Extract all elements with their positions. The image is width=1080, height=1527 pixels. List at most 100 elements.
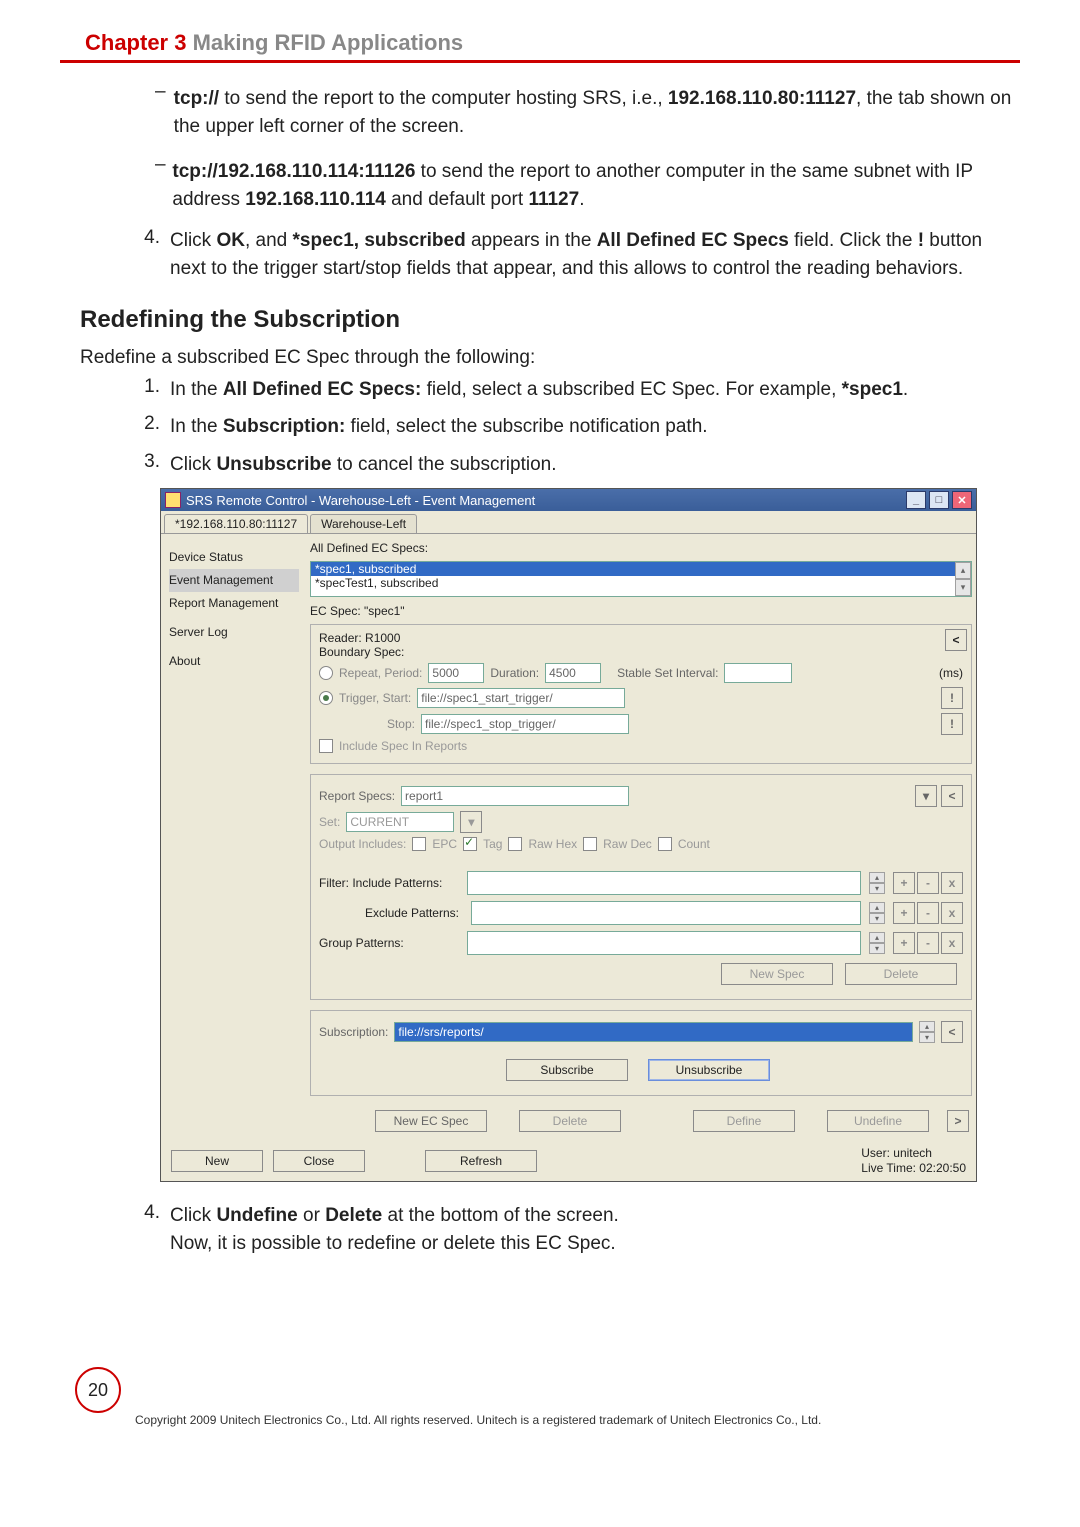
all-defined-listbox[interactable]: *spec1, subscribed *specTest1, subscribe… [310,561,972,597]
checkbox-tag[interactable] [463,837,477,851]
group-patterns-input[interactable] [467,931,861,955]
label-group: Group Patterns: [319,936,459,950]
trigger-stop-input[interactable]: file://spec1_stop_trigger/ [421,714,629,734]
label-set: Set: [319,815,340,829]
tab-warehouse[interactable]: Warehouse-Left [310,514,417,533]
minimize-button[interactable]: _ [906,491,926,509]
include-minus-button[interactable]: - [917,872,939,894]
tab-address[interactable]: *192.168.110.80:11127 [164,514,308,533]
panel-collapse-button[interactable]: < [945,629,967,651]
spin-down-icon[interactable]: ▾ [869,883,885,894]
trigger-start-input[interactable]: file://spec1_start_trigger/ [417,688,625,708]
refresh-button[interactable]: Refresh [425,1150,537,1172]
spin-up-icon[interactable]: ▴ [919,1021,935,1032]
bullet-2: – tcp://192.168.110.114:11126 to send th… [155,154,1020,217]
report-delete-button[interactable]: Delete [845,963,957,985]
include-plus-button[interactable]: + [893,872,915,894]
report-collapse-button[interactable]: < [941,785,963,807]
define-button[interactable]: Define [693,1110,795,1132]
duration-input[interactable]: 4500 [545,663,601,683]
new-spec-button[interactable]: New Spec [721,963,833,985]
trigger-stop-bang-button[interactable]: ! [941,713,963,735]
tabs-row: *192.168.110.80:11127 Warehouse-Left [161,511,976,533]
list-item[interactable]: *specTest1, subscribed [311,576,971,590]
exclude-x-button[interactable]: x [941,902,963,924]
spin-down-icon[interactable]: ▾ [919,1032,935,1043]
step4b-body: Click Undefine or Delete at the bottom o… [170,1202,1020,1257]
overflow-button[interactable]: > [947,1110,969,1132]
set-dropdown-button[interactable]: ▾ [460,811,482,833]
list-item[interactable]: *spec1, subscribed [311,562,971,576]
step4-top-num: 4. [130,227,170,282]
close-button[interactable]: ✕ [952,491,972,509]
titlebar[interactable]: SRS Remote Control - Warehouse-Left - Ev… [161,489,976,511]
group-minus-button[interactable]: - [917,932,939,954]
unsubscribe-button[interactable]: Unsubscribe [648,1059,770,1081]
window-bottom-bar: New Close Refresh User: unitech Live Tim… [161,1140,976,1181]
include-x-button[interactable]: x [941,872,963,894]
sidebar-item-server-log[interactable]: Server Log [169,621,299,644]
trigger-start-bang-button[interactable]: ! [941,687,963,709]
repeat-period-input[interactable]: 5000 [428,663,484,683]
set-select[interactable]: CURRENT [346,812,454,832]
ec-delete-button[interactable]: Delete [519,1110,621,1132]
window-title: SRS Remote Control - Warehouse-Left - Ev… [186,493,535,508]
subscription-collapse-button[interactable]: < [941,1021,963,1043]
maximize-button[interactable]: □ [929,491,949,509]
srs-window: SRS Remote Control - Warehouse-Left - Ev… [160,488,977,1182]
step-2: 2. In the Subscription: field, select th… [130,413,1020,441]
spin-up-icon[interactable]: ▴ [869,902,885,913]
checkbox-include-spec[interactable] [319,739,333,753]
boundary-panel: < Reader: R1000 Boundary Spec: Repeat, P… [310,624,972,764]
label-stable: Stable Set Interval: [617,666,718,680]
label-stop: Stop: [343,717,415,731]
subscription-input[interactable]: file://srs/reports/ [394,1022,913,1042]
sidebar-item-event-management[interactable]: Event Management [169,569,299,592]
bullet-1: – tcp:// to send the report to the compu… [155,81,1020,144]
user-status: User: unitech Live Time: 02:20:50 [861,1146,966,1175]
sidebar-item-report-management[interactable]: Report Management [169,592,299,615]
sidebar-item-about[interactable]: About [169,650,299,673]
report-specs-select[interactable]: report1 [401,786,629,806]
include-patterns-input[interactable] [467,871,861,895]
group-plus-button[interactable]: + [893,932,915,954]
new-button[interactable]: New [171,1150,263,1172]
spin-down-icon[interactable]: ▾ [869,943,885,954]
sidebar-item-device-status[interactable]: Device Status [169,546,299,569]
label-report-specs: Report Specs: [319,789,395,803]
step-1: 1. In the All Defined EC Specs: field, s… [130,376,1020,404]
group-x-button[interactable]: x [941,932,963,954]
new-ec-spec-button[interactable]: New EC Spec [375,1110,487,1132]
report-panel: Report Specs: report1 ▾ < Set: CURRENT ▾… [310,774,972,1000]
exclude-patterns-input[interactable] [471,901,861,925]
spin-down-icon[interactable]: ▾ [869,913,885,924]
sidebar: Device Status Event Management Report Ma… [165,538,303,1136]
stable-input[interactable] [724,663,792,683]
undefine-button[interactable]: Undefine [827,1110,929,1132]
exclude-minus-button[interactable]: - [917,902,939,924]
user-line: User: unitech [861,1146,966,1160]
radio-trigger[interactable] [319,691,333,705]
checkbox-rawdec[interactable] [583,837,597,851]
dash-icon: – [155,154,172,217]
exclude-plus-button[interactable]: + [893,902,915,924]
chapter-red: Chapter 3 [85,30,186,55]
label-repeat: Repeat, Period: [339,666,422,680]
scroll-up-icon[interactable]: ▴ [955,562,971,579]
step4-top-body: Click OK, and *spec1, subscribed appears… [170,227,1020,282]
close-bottom-button[interactable]: Close [273,1150,365,1172]
spin-up-icon[interactable]: ▴ [869,872,885,883]
spin-up-icon[interactable]: ▴ [869,932,885,943]
chapter-gray: Making RFID Applications [186,30,463,55]
subscribe-button[interactable]: Subscribe [506,1059,628,1081]
checkbox-rawhex[interactable] [508,837,522,851]
report-dropdown-button[interactable]: ▾ [915,785,937,807]
page-number: 20 [75,1367,121,1413]
checkbox-count[interactable] [658,837,672,851]
label-ms: (ms) [939,666,963,680]
label-output-includes: Output Includes: [319,837,406,851]
checkbox-epc[interactable] [412,837,426,851]
bullet-2-text: tcp://192.168.110.114:11126 to send the … [172,158,1020,213]
radio-repeat[interactable] [319,666,333,680]
scroll-down-icon[interactable]: ▾ [955,579,971,596]
